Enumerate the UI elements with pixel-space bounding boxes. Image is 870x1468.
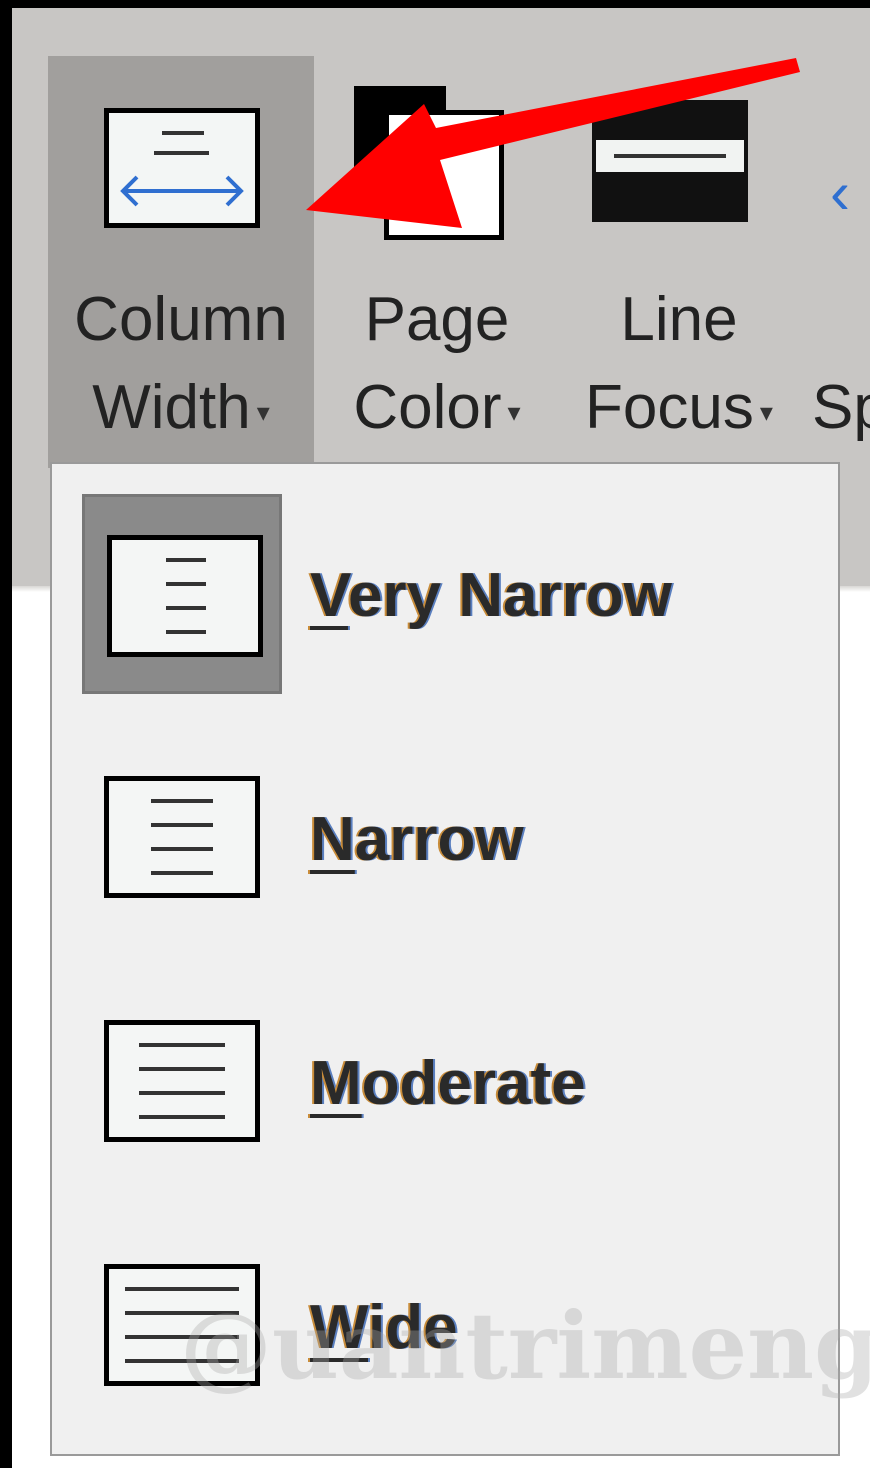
page-color-label-line2: Color ▾ (353, 373, 521, 442)
menu-item-narrow[interactable]: Narrow (82, 738, 822, 938)
column-width-label-line1: Column (74, 285, 288, 354)
chevron-down-icon: ▾ (256, 396, 270, 427)
menu-item-label: Very Narrow (310, 561, 672, 630)
moderate-column-icon (104, 1020, 260, 1142)
menu-item-moderate[interactable]: Moderate (82, 982, 822, 1182)
menu-item-label: Moderate (310, 1049, 586, 1118)
column-width-label-line2: Width ▾ (92, 373, 270, 442)
narrow-column-icon (104, 776, 260, 898)
annotation-arrow (306, 58, 800, 228)
very-narrow-column-icon (107, 535, 263, 657)
menu-item-label: Narrow (310, 805, 524, 874)
chevron-down-icon: ▾ (507, 396, 521, 427)
page-color-label-line1: Page (364, 285, 510, 354)
line-focus-label-line2: Focus ▾ (585, 373, 773, 442)
chevron-down-icon: ▾ (759, 396, 773, 427)
watermark: @uantrimeng (180, 1292, 870, 1400)
text-spacing-label-line2: Sp (812, 373, 870, 442)
menu-item-very-narrow[interactable]: Very Narrow (82, 494, 822, 694)
line-focus-label-line1: Line (620, 285, 738, 354)
menu-item-selection-highlight (82, 494, 282, 694)
